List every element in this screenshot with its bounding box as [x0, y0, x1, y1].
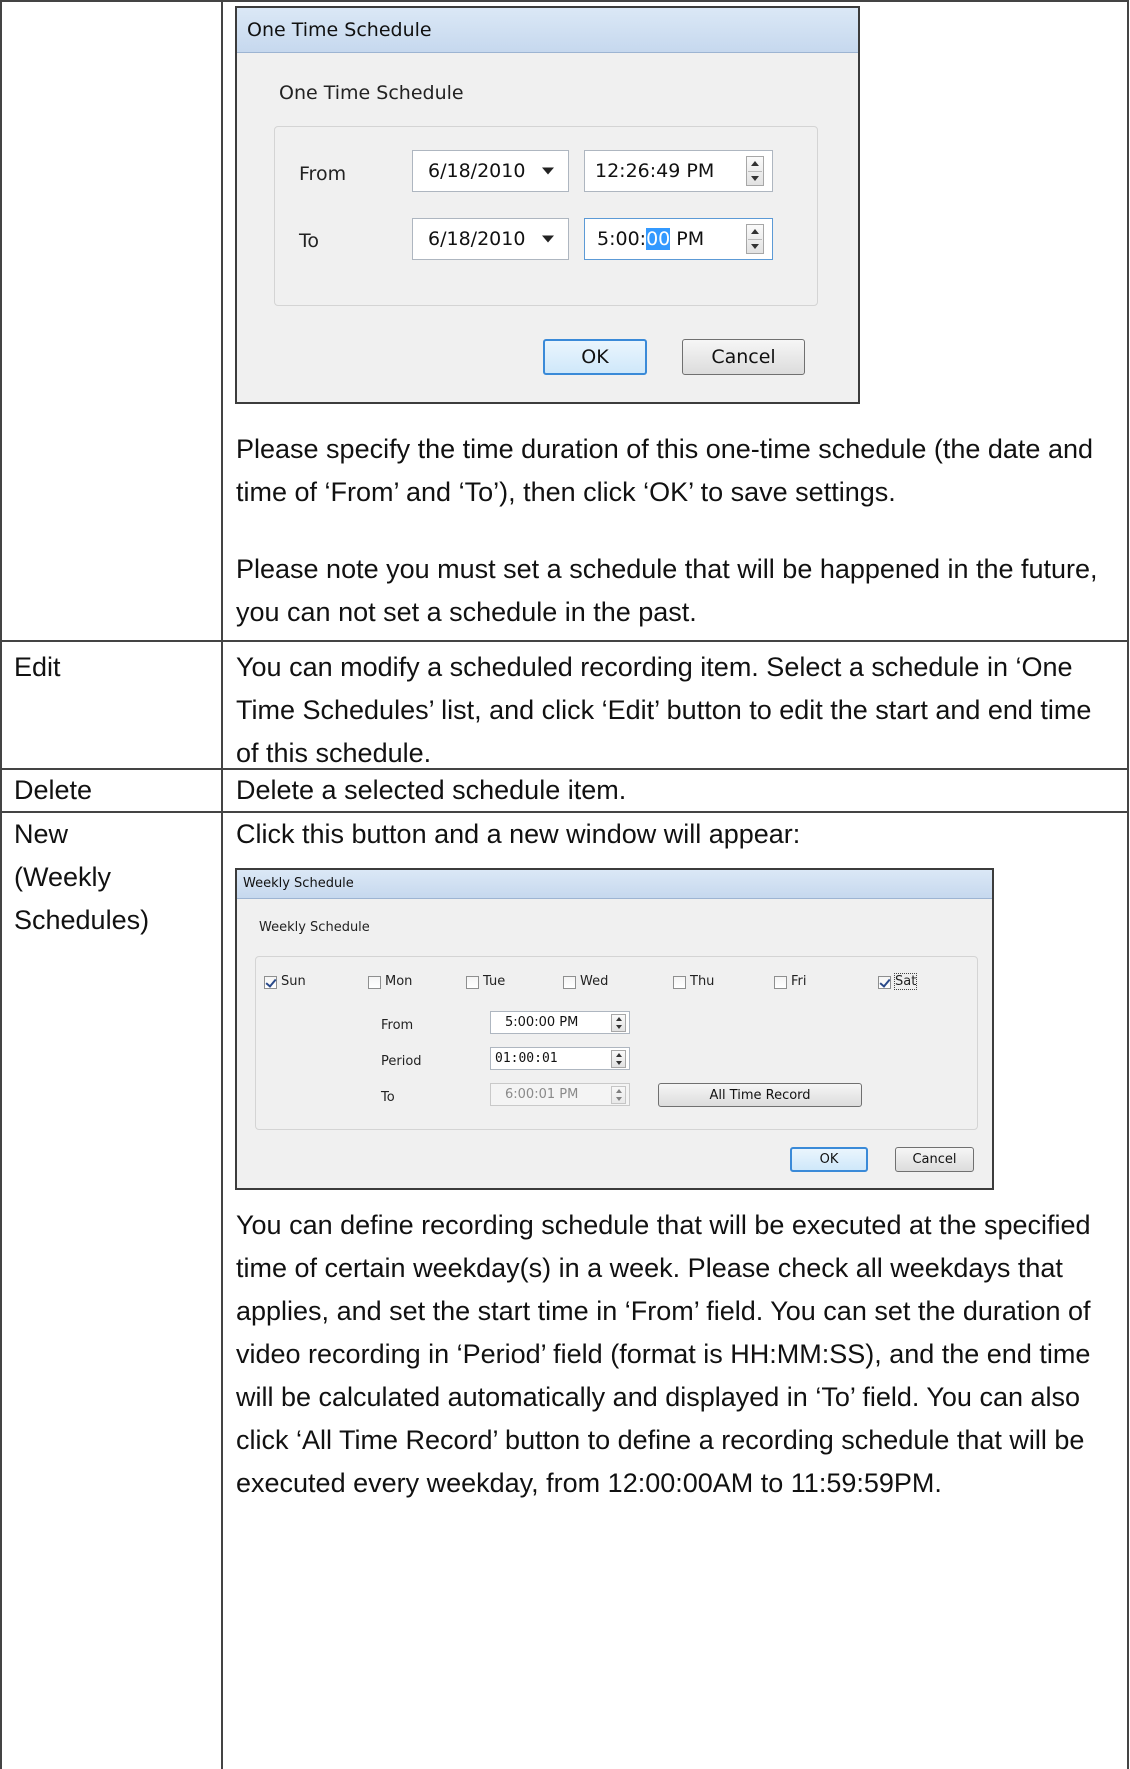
chevron-down-icon[interactable] — [542, 167, 554, 175]
to-label: To — [381, 1090, 395, 1105]
to-date-value: 6/18/2010 — [428, 228, 526, 250]
checkbox-wed-label: Wed — [580, 974, 609, 989]
weekly-schedule-dialog: Weekly Schedule Weekly Schedule Sun Mon … — [235, 868, 994, 1190]
period-value: 01:00:01 — [495, 1051, 558, 1066]
from-time-value: 5:00:00 PM — [505, 1015, 579, 1030]
row-name-new-line1: New — [14, 819, 69, 849]
to-label: To — [299, 230, 320, 252]
from-label: From — [381, 1018, 414, 1033]
to-time-prefix: 5:00: — [597, 228, 647, 250]
cancel-button-label: Cancel — [711, 346, 776, 368]
from-time-spinner[interactable] — [611, 1014, 626, 1032]
dialog-title: Weekly Schedule — [243, 876, 354, 891]
spin-up-icon[interactable] — [615, 1053, 622, 1057]
ok-button[interactable]: OK — [790, 1147, 868, 1172]
cancel-button[interactable]: Cancel — [682, 339, 805, 375]
row-desc-edit: You can modify a scheduled recording ite… — [236, 652, 1092, 768]
spin-down-icon[interactable] — [751, 176, 759, 181]
from-label: From — [299, 163, 347, 185]
checkbox-sat-label: Sat — [893, 973, 918, 990]
to-time-field: 6:00:01 PM — [490, 1083, 630, 1106]
spin-down-icon[interactable] — [615, 1025, 622, 1029]
ok-button[interactable]: OK — [543, 339, 647, 375]
from-time-field[interactable]: 12:26:49 PM — [584, 150, 773, 192]
checkbox-sun-label: Sun — [281, 974, 306, 989]
checkbox-thu-label: Thu — [690, 974, 715, 989]
checkbox-wed[interactable] — [563, 976, 576, 989]
one-time-description: Please specify the time duration of this… — [236, 434, 1093, 507]
table-column-divider — [221, 0, 223, 1769]
dialog-title-bar: Weekly Schedule — [237, 870, 992, 899]
spin-up-icon — [615, 1089, 622, 1093]
from-date-value: 6/18/2010 — [428, 160, 526, 182]
table-right-border — [1127, 0, 1129, 1769]
checkbox-tue-label: Tue — [483, 974, 506, 989]
spin-up-icon[interactable] — [615, 1017, 622, 1021]
one-time-note: Please note you must set a schedule that… — [236, 554, 1098, 627]
group-heading: One Time Schedule — [279, 82, 464, 104]
spin-down-icon[interactable] — [615, 1061, 622, 1065]
chevron-down-icon[interactable] — [542, 235, 554, 243]
row-name-new-line3: Schedules) — [14, 905, 150, 935]
to-time-spinner — [611, 1086, 626, 1104]
period-field[interactable]: 01:00:01 — [490, 1047, 630, 1070]
from-time-spinner[interactable] — [746, 156, 764, 186]
from-time-field[interactable]: 5:00:00 PM — [490, 1011, 630, 1034]
checkbox-thu[interactable] — [673, 976, 686, 989]
spin-up-icon[interactable] — [751, 161, 759, 166]
row-name-delete: Delete — [14, 775, 93, 805]
dialog-title: One Time Schedule — [247, 19, 432, 41]
from-time-value: 12:26:49 PM — [595, 160, 715, 182]
to-time-suffix: PM — [670, 228, 705, 250]
cancel-button-label: Cancel — [912, 1152, 957, 1167]
to-time-selected-segment[interactable]: 00 — [646, 228, 671, 250]
ok-button-label: OK — [581, 346, 609, 368]
group-heading: Weekly Schedule — [259, 920, 370, 935]
weekly-schedule-description: You can define recording schedule that w… — [236, 1210, 1091, 1498]
checkbox-fri-label: Fri — [791, 974, 807, 989]
checkbox-tue[interactable] — [466, 976, 479, 989]
checkbox-mon[interactable] — [368, 976, 381, 989]
row-name-edit: Edit — [14, 652, 61, 682]
row-desc-new-weekly: Click this button and a new window will … — [236, 819, 801, 849]
ok-button-label: OK — [819, 1152, 839, 1167]
table-top-border — [0, 0, 1129, 2]
one-time-schedule-dialog: One Time Schedule One Time Schedule From… — [235, 6, 860, 404]
table-left-border — [0, 0, 2, 1769]
to-date-picker[interactable]: 6/18/2010 — [412, 218, 569, 260]
cancel-button[interactable]: Cancel — [895, 1147, 974, 1172]
row-desc-delete: Delete a selected schedule item. — [236, 775, 627, 805]
row-name-new-line2: (Weekly — [14, 862, 112, 892]
to-time-spinner[interactable] — [746, 224, 764, 254]
period-spinner[interactable] — [611, 1050, 626, 1068]
row-divider-edit — [0, 640, 1129, 642]
spin-down-icon[interactable] — [751, 244, 759, 249]
all-time-record-label: All Time Record — [709, 1087, 811, 1103]
to-time-field[interactable]: 5:00: 00 PM — [584, 218, 773, 260]
spin-up-icon[interactable] — [751, 229, 759, 234]
to-time-value: 6:00:01 PM — [505, 1087, 579, 1102]
checkbox-mon-label: Mon — [385, 974, 413, 989]
checkbox-sat[interactable] — [878, 976, 891, 989]
all-time-record-button[interactable]: All Time Record — [658, 1083, 862, 1107]
checkbox-fri[interactable] — [774, 976, 787, 989]
spin-down-icon — [615, 1097, 622, 1101]
dialog-title-bar: One Time Schedule — [237, 8, 858, 53]
from-date-picker[interactable]: 6/18/2010 — [412, 150, 569, 192]
period-label: Period — [381, 1054, 422, 1069]
checkbox-sun[interactable] — [264, 976, 277, 989]
